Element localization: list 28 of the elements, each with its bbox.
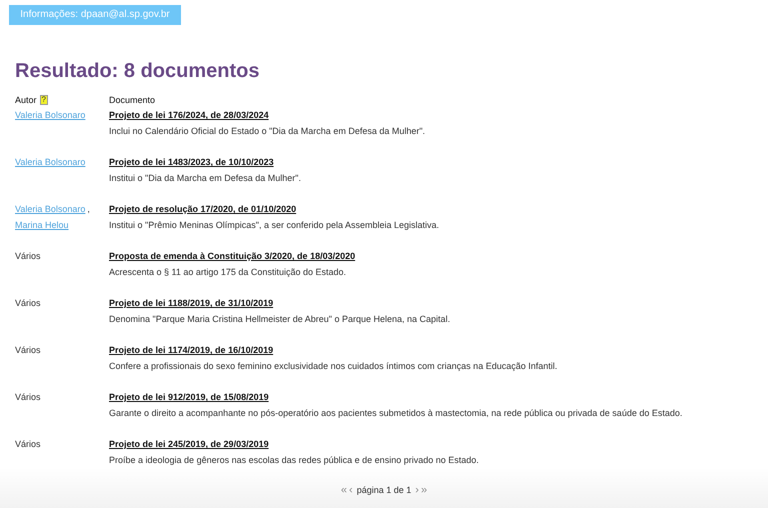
document-summary: Institui o "Dia da Marcha em Defesa da Mulher". [109, 172, 302, 185]
author-text: Vários [15, 250, 41, 263]
page-indicator: página 1 de 1 [356, 485, 412, 495]
document-summary: Garante o direito a acompanhante no pós-operatório aos pacientes submetidos à mastectomia, na rede pública ou privada de saúde do Estado. [109, 407, 684, 420]
document-summary: Denomina "Parque Maria Cristina Hellmeister de Abreu" o Parque Helena, na Capital. [109, 313, 452, 326]
author-text: Vários [15, 438, 41, 451]
author-text: Vários [15, 297, 41, 310]
document-link[interactable]: Proposta de emenda à Constituição 3/2020, de 18/03/2020 [109, 248, 356, 264]
document-summary: Institui o "Prêmio Meninas Olímpicas", a ser conferido pela Assembleia Legislativa. [109, 219, 440, 232]
info-banner: Informações: dpaan@al.sp.gov.br [9, 5, 181, 25]
author-text: Vários [15, 391, 41, 404]
document-link[interactable]: Projeto de lei 1483/2023, de 10/10/2023 [109, 154, 274, 170]
document-link[interactable]: Projeto de lei 176/2024, de 28/03/2024 [109, 107, 269, 123]
document-summary: Acrescenta o § 11 ao artigo 175 da Constituição do Estado. [109, 266, 347, 279]
column-header: Documento [109, 95, 156, 105]
document-link[interactable]: Projeto de lei 245/2019, de 29/03/2019 [109, 436, 269, 452]
separator-text: , [87, 203, 90, 216]
results-heading: Resultado: 8 documentos [15, 59, 260, 84]
document-link[interactable]: Projeto de lei 1188/2019, de 31/10/2019 [109, 295, 274, 311]
author-text: Vários [15, 344, 41, 357]
document-summary: Confere a profissionais do sexo feminino exclusividade nos cuidados íntimos com crianças na Educação Infantil. [109, 360, 558, 373]
document-link[interactable]: Projeto de lei 1174/2019, de 16/10/2019 [109, 342, 274, 358]
column-header: Autor [15, 95, 37, 105]
help-icon[interactable]: ? [40, 95, 48, 105]
document-summary: Inclui no Calendário Oficial do Estado o "Dia da Marcha em Defesa da Mulher". [109, 125, 426, 138]
document-summary: Proíbe a ideologia de gêneros nas escolas das redes pública e de ensino privado no Estado. [109, 454, 480, 467]
document-link[interactable]: Projeto de lei 912/2019, de 15/08/2019 [109, 389, 269, 405]
document-link[interactable]: Projeto de resolução 17/2020, de 01/10/2020 [109, 201, 296, 217]
